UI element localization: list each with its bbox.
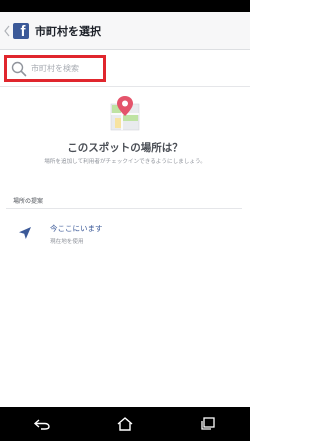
divider — [6, 208, 242, 209]
search-icon — [11, 61, 27, 76]
system-nav-bar — [0, 407, 250, 441]
search-input[interactable] — [31, 64, 101, 73]
section-header: 場所の提案 — [13, 198, 44, 205]
map-pin-icon — [110, 96, 140, 131]
home-icon[interactable] — [114, 414, 136, 434]
empty-state-title: このスポットの場所は？ — [67, 142, 183, 154]
chevron-left-icon[interactable] — [2, 12, 12, 50]
back-icon[interactable] — [31, 414, 53, 434]
list-item-title: 今ここにいます — [50, 224, 103, 233]
page-title: 市町村を選択 — [35, 24, 101, 38]
list-item-subtitle: 現在地を使用 — [50, 239, 84, 245]
empty-state-description: 場所を追加して利用者がチェックインできるようにしましょう。 — [44, 159, 206, 165]
location-arrow-icon — [19, 227, 31, 239]
facebook-logo-icon: f — [13, 22, 29, 39]
app-bar: f 市町村を選択 — [0, 12, 250, 50]
search-box[interactable] — [4, 55, 106, 82]
divider — [0, 86, 250, 87]
recent-apps-icon[interactable] — [197, 414, 219, 434]
list-item-current-location[interactable]: 今ここにいます 現在地を使用 — [0, 214, 250, 248]
status-bar — [0, 0, 250, 12]
